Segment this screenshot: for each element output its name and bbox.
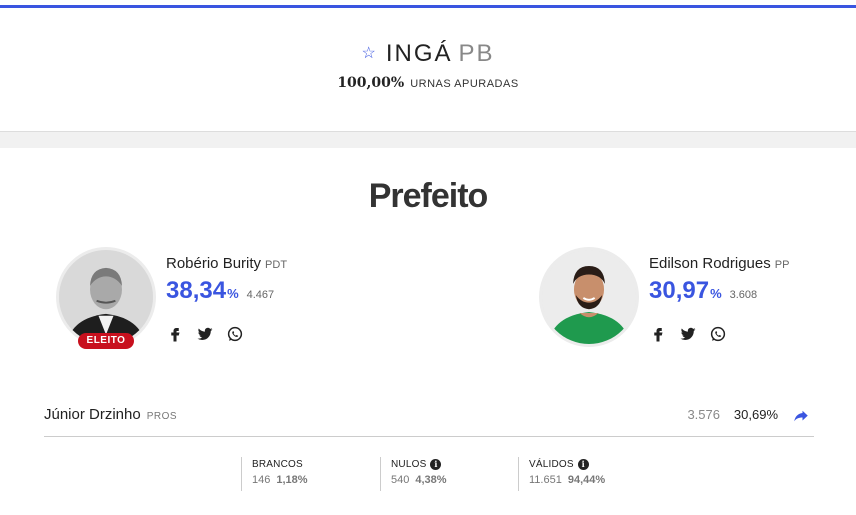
candidate-votes: 3.608 bbox=[729, 289, 758, 301]
totals-nulos: NULOS i 540 4,38% bbox=[380, 457, 447, 491]
candidate-percent: 30,97% 3.608 bbox=[649, 277, 757, 305]
candidate-name: Edilson Rodrigues PP bbox=[649, 255, 789, 272]
candidate-card: ELEITO Robério Burity PDT 38,34% 4.467 bbox=[56, 247, 386, 357]
progress-line: 100,00% URNAS APURADAS bbox=[0, 74, 856, 92]
candidate-card: Edilson Rodrigues PP 30,97% 3.608 bbox=[539, 247, 856, 357]
avatar bbox=[539, 247, 639, 347]
nulos-percent: 4,38% bbox=[415, 474, 447, 486]
nulos-label: NULOS i bbox=[391, 459, 447, 470]
city-title: ☆ INGÁ PB bbox=[0, 40, 856, 68]
facebook-icon[interactable] bbox=[166, 325, 184, 343]
validos-values: 11.651 94,44% bbox=[529, 474, 605, 486]
percent-sign: % bbox=[710, 286, 722, 301]
avatar bbox=[56, 247, 156, 347]
candidate-name: Júnior Drzinho PROS bbox=[44, 406, 177, 423]
section-title: Prefeito bbox=[368, 177, 489, 215]
section-divider bbox=[0, 131, 856, 148]
twitter-icon[interactable] bbox=[679, 325, 697, 343]
brancos-label-text: BRANCOS bbox=[252, 459, 303, 470]
info-icon[interactable]: i bbox=[430, 459, 442, 470]
validos-label: VÁLIDOS i bbox=[529, 459, 605, 470]
validos-percent: 94,44% bbox=[567, 474, 606, 486]
candidate-party: PDT bbox=[265, 259, 288, 271]
whatsapp-icon[interactable] bbox=[226, 325, 244, 343]
candidate-votes: 3.576 bbox=[687, 407, 720, 422]
nulos-votes: 540 bbox=[391, 474, 410, 486]
candidate-percent: 30,69% bbox=[733, 407, 778, 422]
totals-validos: VÁLIDOS i 11.651 94,44% bbox=[518, 457, 605, 491]
social-share bbox=[166, 325, 244, 343]
progress-percent: 100,00% bbox=[337, 75, 405, 91]
social-share bbox=[649, 325, 727, 343]
header: ☆ INGÁ PB 100,00% URNAS APURADAS bbox=[0, 8, 856, 132]
progress-label: URNAS APURADAS bbox=[410, 78, 519, 90]
nulos-label-text: NULOS bbox=[391, 459, 427, 470]
twitter-icon[interactable] bbox=[196, 325, 214, 343]
candidate-percent: 38,34% 4.467 bbox=[166, 277, 274, 305]
brancos-label: BRANCOS bbox=[252, 459, 308, 470]
nulos-values: 540 4,38% bbox=[391, 474, 447, 486]
share-icon[interactable] bbox=[792, 407, 810, 425]
candidate-percent-value: 38,34 bbox=[166, 277, 227, 304]
whatsapp-icon[interactable] bbox=[709, 325, 727, 343]
candidate-name-text: Júnior Drzinho bbox=[44, 406, 141, 423]
candidate-votes: 4.467 bbox=[246, 289, 275, 301]
candidate-party: PROS bbox=[146, 411, 178, 422]
city-name: INGÁ bbox=[385, 40, 453, 67]
candidate-percent-value: 30,97 bbox=[649, 277, 710, 304]
validos-label-text: VÁLIDOS bbox=[529, 459, 574, 470]
facebook-icon[interactable] bbox=[649, 325, 667, 343]
candidate-party: PP bbox=[774, 259, 790, 271]
info-icon[interactable]: i bbox=[577, 459, 589, 470]
candidate-row[interactable]: Júnior Drzinho PROS 3.576 30,69% bbox=[44, 405, 814, 437]
candidate-name: Robério Burity PDT bbox=[166, 255, 287, 272]
totals-brancos: BRANCOS 146 1,18% bbox=[241, 457, 308, 491]
brancos-percent: 1,18% bbox=[276, 474, 308, 486]
percent-sign: % bbox=[227, 286, 239, 301]
elected-badge: ELEITO bbox=[78, 333, 134, 349]
candidate-name-text: Robério Burity bbox=[166, 255, 262, 272]
brancos-votes: 146 bbox=[252, 474, 271, 486]
validos-votes: 11.651 bbox=[529, 474, 562, 486]
city-uf: PB bbox=[458, 40, 495, 67]
brancos-values: 146 1,18% bbox=[252, 474, 308, 486]
candidate-name-text: Edilson Rodrigues bbox=[649, 255, 771, 272]
star-icon[interactable]: ☆ bbox=[361, 43, 377, 63]
